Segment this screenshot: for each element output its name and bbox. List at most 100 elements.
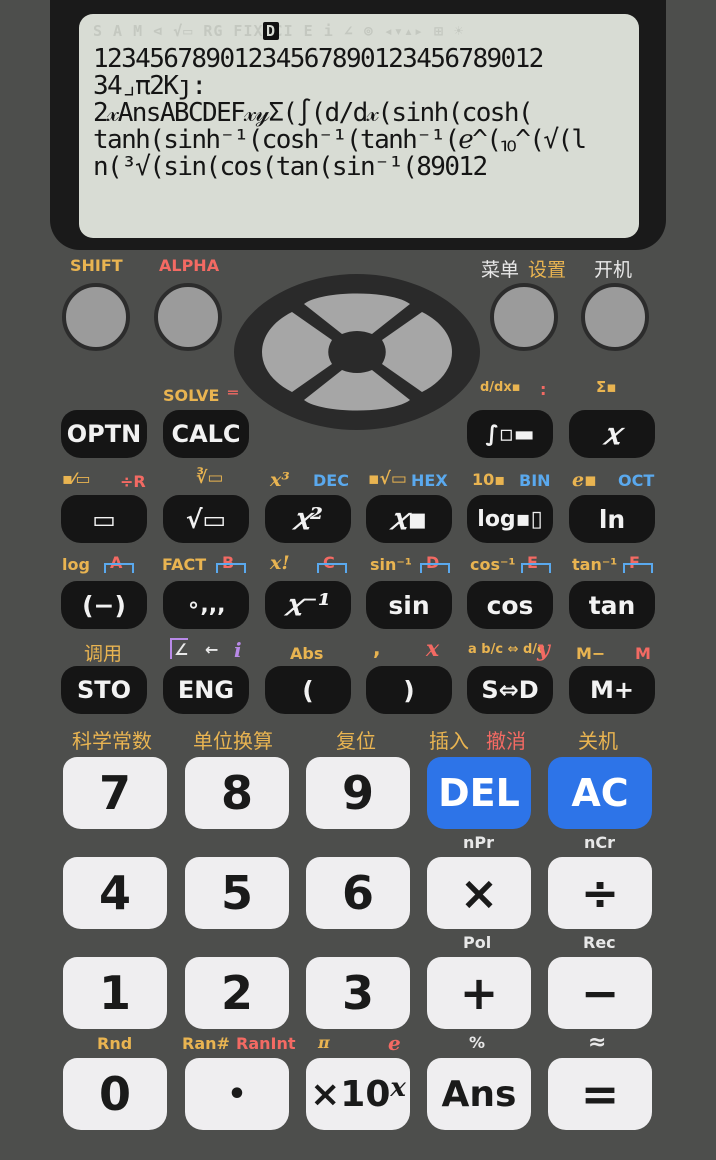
setup-label: 设置 — [528, 259, 567, 281]
alpha-button[interactable] — [154, 283, 222, 351]
arcsin-label: sin⁻¹ — [370, 555, 412, 574]
ac-button[interactable]: AC — [548, 757, 652, 829]
lcd-display: S A M ⊲ √▭ RG FIXSCI E i ∠ ⊚ ◂▾▴▸ ⊞ ☀ D … — [79, 14, 639, 238]
fraction-convert-label: a b/c ⇔ d/c — [468, 642, 545, 657]
sqrt-button[interactable]: √▭ — [163, 495, 249, 543]
divide-button[interactable]: ÷ — [548, 857, 652, 929]
on-button[interactable] — [581, 283, 649, 351]
abs-label: Abs — [290, 644, 324, 663]
nth-root-label: ▪√▭ — [368, 469, 407, 489]
constants-label: 科学常数 — [72, 729, 152, 753]
sto-button[interactable]: STO — [61, 666, 147, 714]
angle-label: ∠ — [170, 638, 189, 659]
integral-button[interactable]: ∫▫▬ — [467, 410, 553, 458]
menu-button[interactable] — [490, 283, 558, 351]
expression-line: n(³√(sin(cos(tan(sin⁻¹(89012 — [93, 152, 488, 182]
arccos-label: cos⁻¹ — [470, 555, 516, 574]
ten-power-label: 10▪ — [472, 470, 506, 489]
var-x-label: x — [426, 636, 440, 662]
decimal-point-button[interactable]: • — [185, 1058, 289, 1130]
ranint-label: RanInt — [236, 1034, 296, 1053]
expression-line: 34⌟π2Kȷ: — [93, 71, 207, 101]
cos-button[interactable]: cos — [467, 581, 553, 629]
equals-button[interactable]: = — [548, 1058, 652, 1130]
colon-label: : — [540, 380, 547, 399]
digit-4-button[interactable]: 4 — [63, 857, 167, 929]
alpha-label: ALPHA — [159, 256, 220, 275]
plus-button[interactable]: + — [427, 957, 531, 1029]
status-indicators: S A M ⊲ √▭ RG FIXSCI E i ∠ ⊚ ◂▾▴▸ ⊞ ☀ D — [93, 22, 629, 44]
var-c-label: C — [317, 553, 347, 573]
s-d-button[interactable]: S⇔D — [467, 666, 553, 714]
var-b-label: B — [216, 553, 246, 573]
cube-root-label: ∛▭ — [196, 468, 224, 488]
tan-button[interactable]: tan — [569, 581, 655, 629]
digit-0-button[interactable]: 0 — [63, 1058, 167, 1130]
var-d-label: D — [420, 553, 450, 573]
sum-label: Σ▪ — [596, 378, 617, 396]
shift-label: SHIFT — [70, 256, 123, 275]
ncr-label: nCr — [584, 833, 616, 852]
open-paren-button[interactable]: ( — [265, 666, 351, 714]
negative-button[interactable]: (−) — [61, 581, 147, 629]
digit-1-button[interactable]: 1 — [63, 957, 167, 1029]
rec-label: Rec — [583, 933, 616, 952]
arctan-label: tan⁻¹ — [572, 555, 618, 574]
x-squared-button[interactable]: 𝑥² — [265, 495, 351, 543]
fraction-button[interactable]: ▭ — [61, 495, 147, 543]
var-y-label: y — [537, 636, 550, 662]
solve-eq-label: ═ — [228, 383, 238, 402]
bin-label: BIN — [519, 471, 551, 490]
expression-line: 2𝓍AnsABCDEF𝓍𝓎Σ(∫(d/d𝓍(sinh(cosh( — [93, 98, 534, 128]
eng-button[interactable]: ENG — [163, 666, 249, 714]
exp10-button[interactable]: ×10 x — [306, 1058, 410, 1130]
expression-line: 12345678901234567890123456789012 — [93, 44, 544, 74]
power-off-label: 关机 — [578, 729, 618, 753]
minus-button[interactable]: − — [548, 957, 652, 1029]
digit-5-button[interactable]: 5 — [185, 857, 289, 929]
percent-label: % — [469, 1033, 486, 1052]
digit-3-button[interactable]: 3 — [306, 957, 410, 1029]
pi-label: π — [318, 1033, 330, 1052]
close-paren-button[interactable]: ) — [366, 666, 452, 714]
mixed-fraction-label: ▪⁄▭ — [62, 469, 91, 488]
x-power-button[interactable]: 𝑥▪ — [366, 495, 452, 543]
optn-button[interactable]: OPTN — [61, 410, 147, 458]
fact-label: FACT — [162, 555, 207, 574]
digit-6-button[interactable]: 6 — [306, 857, 410, 929]
reciprocal-button[interactable]: 𝑥⁻¹ — [265, 581, 351, 629]
angle-mode-indicator: D — [263, 22, 280, 40]
log-base-button[interactable]: log▪▯ — [467, 495, 553, 543]
log-label: log — [62, 555, 90, 574]
digit-9-button[interactable]: 9 — [306, 757, 410, 829]
memory-minus-label: M− — [576, 644, 606, 663]
undo-label: 撤消 — [486, 729, 526, 753]
x-variable-button[interactable]: 𝑥 — [569, 410, 655, 458]
rnd-label: Rnd — [97, 1034, 133, 1053]
approx-label: ≈ — [588, 1030, 607, 1055]
sin-button[interactable]: sin — [366, 581, 452, 629]
memory-plus-button[interactable]: M+ — [569, 666, 655, 714]
div-remainder-label: ÷R — [120, 472, 146, 491]
derivative-label: d/dx▪ — [480, 380, 521, 395]
expression-line: tanh(sinh⁻¹(cosh⁻¹(tanh⁻¹(ℯ^(⏨^(√(l — [93, 125, 587, 155]
npr-label: nPr — [463, 833, 495, 852]
exp10-superscript: x — [390, 1073, 406, 1103]
digit-7-button[interactable]: 7 — [63, 757, 167, 829]
var-f-label: F — [623, 553, 653, 573]
recall-label: 调用 — [84, 643, 123, 665]
ans-button[interactable]: Ans — [427, 1058, 531, 1130]
dec-label: DEC — [313, 471, 349, 490]
calc-button[interactable]: CALC — [163, 410, 249, 458]
e-power-label: e▪ — [572, 469, 597, 491]
x-cubed-label: x³ — [270, 469, 290, 491]
ln-button[interactable]: ln — [569, 495, 655, 543]
degree-minute-second-button[interactable]: ∘,,, — [163, 581, 249, 629]
digit-2-button[interactable]: 2 — [185, 957, 289, 1029]
ran-hash-label: Ran# — [182, 1034, 230, 1053]
multiply-button[interactable]: × — [427, 857, 531, 929]
digit-8-button[interactable]: 8 — [185, 757, 289, 829]
factorial-label: x! — [270, 552, 290, 574]
del-button[interactable]: DEL — [427, 757, 531, 829]
shift-button[interactable] — [62, 283, 130, 351]
